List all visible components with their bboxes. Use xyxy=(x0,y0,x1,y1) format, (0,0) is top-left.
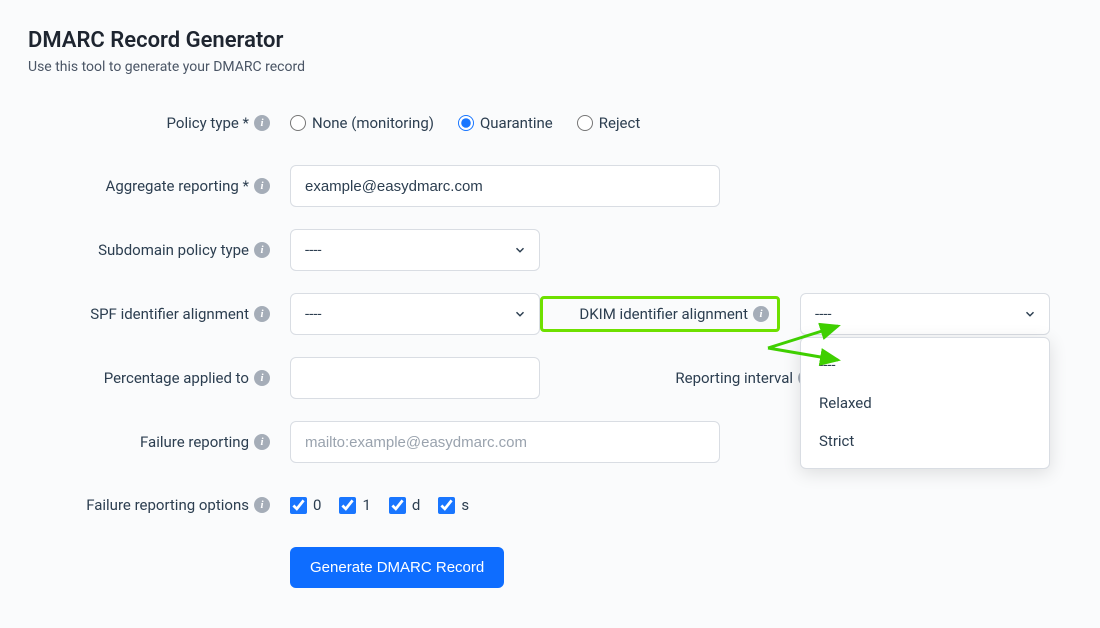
row-reporting-interval: Reporting interval i xyxy=(540,358,822,398)
label-percentage: Percentage applied to i xyxy=(28,369,278,387)
label-spf-alignment: SPF identifier alignment i xyxy=(28,305,278,323)
info-icon[interactable]: i xyxy=(254,178,270,194)
label-text-failure-reporting: Failure reporting xyxy=(140,433,249,451)
label-policy-type: Policy type * i xyxy=(28,114,278,132)
radio-policy-reject[interactable]: Reject xyxy=(577,114,641,132)
dkim-option-relaxed[interactable]: Relaxed xyxy=(801,384,1049,422)
chevron-down-icon xyxy=(1023,307,1037,321)
control-aggregate-reporting xyxy=(278,165,720,207)
row-subdomain-policy: Subdomain policy type i ---- xyxy=(28,229,1072,271)
info-icon[interactable]: i xyxy=(254,497,270,513)
subdomain-policy-select-wrap: ---- xyxy=(290,229,540,271)
info-icon[interactable]: i xyxy=(254,434,270,450)
radio-input-reject[interactable] xyxy=(577,115,593,131)
checkbox-label-s: s xyxy=(461,496,469,514)
radio-policy-none[interactable]: None (monitoring) xyxy=(290,114,434,132)
radio-policy-quarantine[interactable]: Quarantine xyxy=(458,114,553,132)
control-submit: Generate DMARC Record xyxy=(278,547,504,588)
row-policy-type: Policy type * i None (monitoring) Quaran… xyxy=(28,103,1072,143)
label-text-aggregate: Aggregate reporting * xyxy=(106,177,249,195)
checkbox-option-d[interactable]: d xyxy=(389,496,420,514)
label-text-spf: SPF identifier alignment xyxy=(90,305,249,323)
page-subtitle: Use this tool to generate your DMARC rec… xyxy=(28,59,1072,75)
info-icon[interactable]: i xyxy=(254,306,270,322)
label-text-interval: Reporting interval xyxy=(675,369,793,387)
label-reporting-interval: Reporting interval i xyxy=(540,369,822,387)
radio-label-reject: Reject xyxy=(599,114,641,132)
control-dkim-alignment: ---- ---- Relaxed Strict xyxy=(784,293,1050,335)
radio-input-none[interactable] xyxy=(290,115,306,131)
label-subdomain-policy: Subdomain policy type i xyxy=(28,241,278,259)
control-failure-options: 0 1 d s xyxy=(278,496,469,514)
checkbox-option-0[interactable]: 0 xyxy=(290,496,321,514)
dmarc-generator-panel: DMARC Record Generator Use this tool to … xyxy=(0,0,1100,628)
subdomain-select-value: ---- xyxy=(305,241,322,259)
failure-reporting-input[interactable] xyxy=(290,421,720,463)
control-failure-reporting xyxy=(278,421,720,463)
info-icon[interactable]: i xyxy=(254,370,270,386)
checkbox-group-failure-options: 0 1 d s xyxy=(290,496,469,514)
label-text-failure-options: Failure reporting options xyxy=(86,496,249,514)
spf-alignment-select[interactable]: ---- xyxy=(290,293,540,335)
info-icon[interactable]: i xyxy=(753,306,769,322)
dkim-alignment-select-wrap: ---- ---- Relaxed Strict xyxy=(800,293,1050,335)
subdomain-policy-select[interactable]: ---- xyxy=(290,229,540,271)
row-dkim-alignment: DKIM identifier alignment i ---- ---- Re… xyxy=(540,293,1050,335)
label-text-subdomain: Subdomain policy type xyxy=(98,241,249,259)
checkbox-input-1[interactable] xyxy=(339,497,356,514)
label-dkim-alignment: DKIM identifier alignment i xyxy=(540,296,780,332)
row-alignment: SPF identifier alignment i ---- DKIM ide… xyxy=(28,293,1072,335)
row-submit: Generate DMARC Record xyxy=(28,547,1072,588)
chevron-down-icon xyxy=(513,243,527,257)
checkbox-input-0[interactable] xyxy=(290,497,307,514)
label-text-percentage: Percentage applied to xyxy=(104,369,249,387)
aggregate-reporting-input[interactable] xyxy=(290,165,720,207)
row-spf-alignment: SPF identifier alignment i ---- xyxy=(28,293,540,335)
radio-input-quarantine[interactable] xyxy=(458,115,474,131)
chevron-down-icon xyxy=(513,307,527,321)
label-aggregate-reporting: Aggregate reporting * i xyxy=(28,177,278,195)
dkim-option-blank[interactable]: ---- xyxy=(801,346,1049,384)
spf-select-value: ---- xyxy=(305,305,322,323)
control-spf-alignment: ---- xyxy=(278,293,540,335)
spf-alignment-select-wrap: ---- xyxy=(290,293,540,335)
checkbox-label-0: 0 xyxy=(313,496,321,514)
dkim-select-value: ---- xyxy=(815,305,832,323)
page-title: DMARC Record Generator xyxy=(28,28,1072,53)
control-percentage xyxy=(278,357,540,399)
radio-label-quarantine: Quarantine xyxy=(480,114,553,132)
checkbox-option-1[interactable]: 1 xyxy=(339,496,370,514)
radio-label-none: None (monitoring) xyxy=(312,114,434,132)
info-icon[interactable]: i xyxy=(254,242,270,258)
dkim-option-strict[interactable]: Strict xyxy=(801,422,1049,460)
radio-group-policy-type: None (monitoring) Quarantine Reject xyxy=(290,114,640,132)
checkbox-input-s[interactable] xyxy=(438,497,455,514)
label-failure-reporting: Failure reporting i xyxy=(28,433,278,451)
checkbox-option-s[interactable]: s xyxy=(438,496,469,514)
label-text-dkim: DKIM identifier alignment xyxy=(579,305,748,323)
dkim-dropdown-menu: ---- Relaxed Strict xyxy=(800,337,1050,469)
generate-button[interactable]: Generate DMARC Record xyxy=(290,547,504,588)
row-failure-options: Failure reporting options i 0 1 d xyxy=(28,485,1072,525)
label-text-policy-type: Policy type * xyxy=(167,114,249,132)
checkbox-label-1: 1 xyxy=(362,496,370,514)
label-failure-options: Failure reporting options i xyxy=(28,496,278,514)
info-icon[interactable]: i xyxy=(254,115,270,131)
row-aggregate-reporting: Aggregate reporting * i xyxy=(28,165,1072,207)
percentage-input[interactable] xyxy=(290,357,540,399)
checkbox-input-d[interactable] xyxy=(389,497,406,514)
row-percentage: Percentage applied to i xyxy=(28,357,540,399)
dkim-alignment-select[interactable]: ---- xyxy=(800,293,1050,335)
control-subdomain-policy: ---- xyxy=(278,229,540,271)
checkbox-label-d: d xyxy=(412,496,420,514)
control-policy-type: None (monitoring) Quarantine Reject xyxy=(278,114,640,132)
